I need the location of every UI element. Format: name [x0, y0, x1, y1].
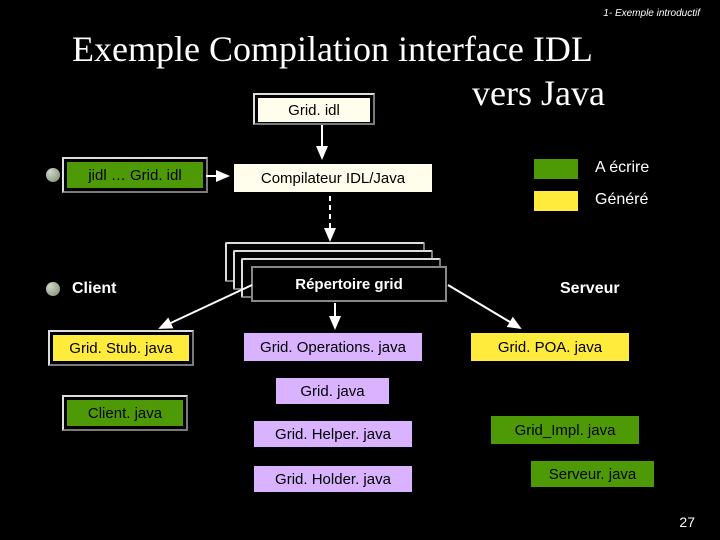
- legend-swatch-green: [533, 158, 579, 180]
- serveur-java-box: Serveur. java: [530, 460, 655, 488]
- legend-a-ecrire: A écrire: [595, 159, 649, 177]
- grid-poa-box: Grid. POA. java: [470, 332, 630, 362]
- grid-stub-box: Grid. Stub. java: [52, 334, 190, 362]
- grid-holder-box: Grid. Holder. java: [253, 465, 413, 493]
- grid-java-box: Grid. java: [275, 377, 390, 405]
- client-label: Client: [72, 280, 116, 298]
- jidl-command-box: jidl … Grid. idl: [66, 161, 204, 189]
- grid-impl-box: Grid_Impl. java: [490, 415, 640, 445]
- serveur-label: Serveur: [560, 280, 620, 298]
- page-number: 27: [679, 514, 695, 530]
- bullet-icon: [46, 282, 60, 296]
- breadcrumb: 1- Exemple introductif: [603, 8, 700, 19]
- client-java-box: Client. java: [66, 399, 184, 427]
- legend-swatch-yellow: [533, 190, 579, 212]
- compiler-box: Compilateur IDL/Java: [233, 163, 433, 193]
- folder-repertoire-grid: Répertoire grid: [251, 266, 447, 302]
- grid-operations-box: Grid. Operations. java: [243, 332, 423, 362]
- grid-helper-box: Grid. Helper. java: [253, 420, 413, 448]
- page-title-line2: vers Java: [472, 72, 605, 114]
- bullet-icon: [46, 168, 60, 182]
- page-title-line1: Exemple Compilation interface IDL: [72, 28, 593, 70]
- grid-idl-box: Grid. idl: [257, 97, 371, 123]
- legend-genere: Généré: [595, 191, 648, 209]
